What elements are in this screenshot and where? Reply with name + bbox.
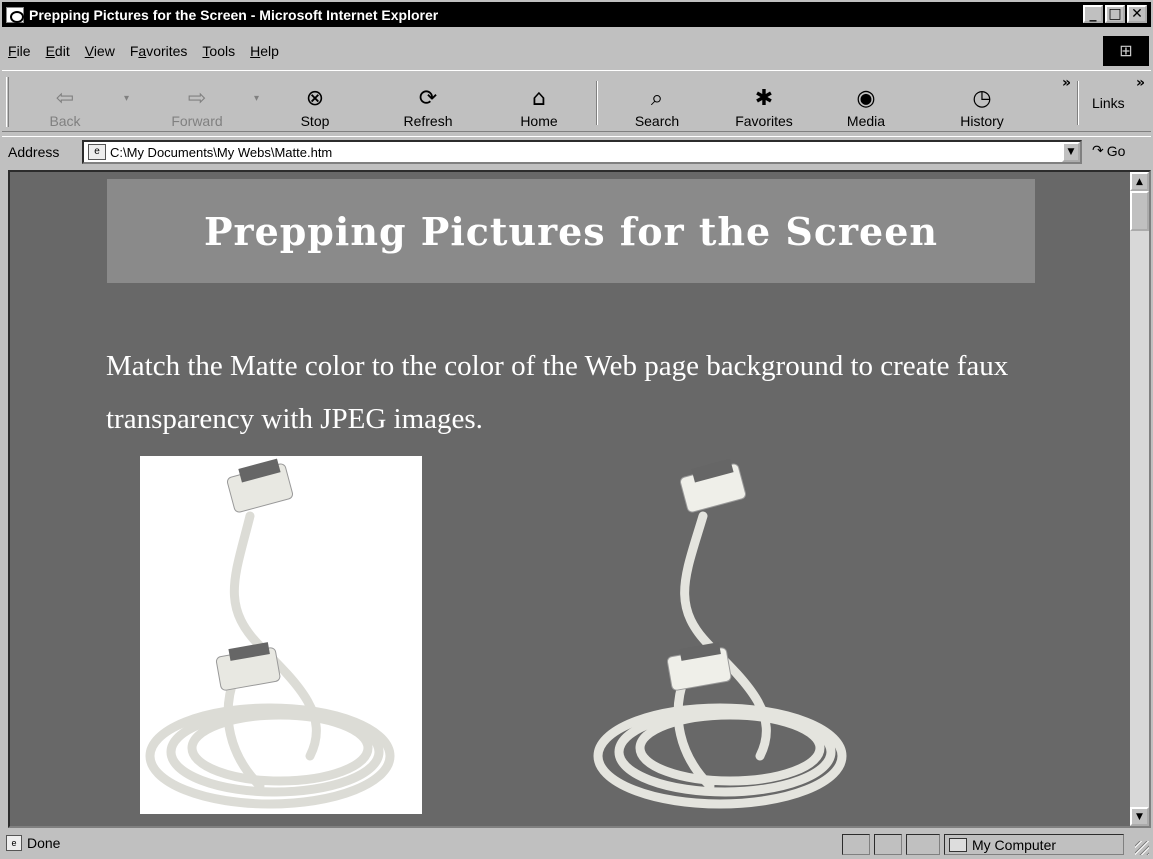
go-label: Go [1106,143,1126,159]
security-zone[interactable]: My Computer [944,834,1124,855]
scroll-down-icon[interactable]: ▼ [1130,807,1149,826]
menu-help[interactable]: Help [250,43,279,59]
address-url[interactable]: C:\My Documents\My Webs\Matte.htm [110,145,332,160]
search-icon: ⌕ [650,86,664,111]
stop-button[interactable]: ⊗ Stop [290,77,340,129]
zone-label: My Computer [972,836,1057,853]
back-dropdown-icon[interactable]: ▾ [124,93,129,104]
history-label: History [960,113,1004,129]
media-icon: ◉ [856,86,876,111]
forward-dropdown-icon[interactable]: ▾ [254,93,259,104]
favorites-folder-icon: ✱ [754,86,774,111]
toolbar-grip[interactable] [6,77,9,127]
menu-favorites[interactable]: Favorites [130,43,188,59]
toolbar-chevron-icon[interactable]: » [1062,75,1071,91]
address-label: Address [8,144,60,160]
page-body-text: Match the Matte color to the color of th… [106,350,1009,435]
close-button[interactable]: ✕ [1127,5,1147,23]
vertical-scrollbar[interactable]: ▲ ▼ [1130,172,1149,826]
stop-icon: ⊗ [305,86,325,111]
status-text: Done [27,835,61,851]
windows-logo-icon: ⊞ [1103,36,1149,66]
ie-icon[interactable] [6,6,24,23]
forward-label: Forward [171,113,223,129]
media-button[interactable]: ◉ Media [840,77,892,129]
scroll-thumb[interactable] [1130,191,1149,231]
cable-image-white-background [140,456,422,814]
page-heading: Prepping Pictures for the Screen [203,208,939,254]
home-button[interactable]: ⌂ Home [514,77,564,129]
menu-tools[interactable]: Tools [202,43,235,59]
back-arrow-icon: ⇦ [55,86,75,111]
scroll-up-icon[interactable]: ▲ [1130,172,1149,191]
back-label: Back [49,113,81,129]
minimize-button[interactable]: _ [1083,5,1103,23]
go-arrow-icon: ↷ [1092,143,1104,159]
refresh-button[interactable]: ⟳ Refresh [395,77,461,129]
media-label: Media [846,113,886,129]
status-pane [874,834,902,855]
forward-arrow-icon: ⇨ [187,86,207,111]
menu-file[interactable]: File [8,43,31,59]
history-button[interactable]: ◷ History [952,77,1012,129]
title-bar[interactable]: Prepping Pictures for the Screen - Micro… [2,2,1151,27]
status-pane [906,834,940,855]
refresh-label: Refresh [403,113,453,129]
links-button[interactable]: Links [1092,95,1125,111]
page-content: Prepping Pictures for the Screen Match t… [10,172,1130,826]
forward-button[interactable]: ⇨ Forward [162,77,232,129]
back-button[interactable]: ⇦ Back [40,77,90,129]
browser-window: Prepping Pictures for the Screen - Micro… [0,0,1153,859]
page-icon: e [88,144,106,160]
cable-image-matte-background [585,456,875,814]
status-bar: e Done My Computer [2,832,1151,857]
computer-icon [949,837,967,852]
links-separator [1077,81,1079,125]
stop-label: Stop [300,113,330,129]
address-input[interactable]: e C:\My Documents\My Webs\Matte.htm ▼ [82,140,1082,164]
home-icon: ⌂ [532,86,546,111]
menu-view[interactable]: View [85,43,115,59]
address-dropdown-icon[interactable]: ▼ [1062,142,1080,162]
page-viewport: Prepping Pictures for the Screen Match t… [8,170,1151,828]
page-banner: Prepping Pictures for the Screen [107,179,1035,283]
status-pane [842,834,870,855]
search-button[interactable]: ⌕ Search [626,77,688,129]
maximize-button[interactable]: □ [1105,5,1125,23]
menu-bar: File Edit View Favorites Tools Help [2,38,1102,64]
address-bar: Address e C:\My Documents\My Webs\Matte.… [2,136,1151,166]
cable-illustration [145,458,395,809]
resize-grip-icon[interactable] [1135,841,1149,855]
go-button[interactable]: ↷ Go [1092,143,1125,159]
history-icon: ◷ [972,86,992,111]
favorites-button[interactable]: ✱ Favorites [728,77,800,129]
links-chevron-icon[interactable]: » [1136,75,1145,91]
page-done-icon: e [6,835,22,851]
refresh-icon: ⟳ [418,86,438,111]
window-title: Prepping Pictures for the Screen - Micro… [29,6,439,23]
home-label: Home [520,113,558,129]
standard-toolbar: ⇦ Back ▾ ⇨ Forward ▾ ⊗ Stop ⟳ Refresh ⌂ … [2,70,1151,132]
favorites-label: Favorites [735,113,793,129]
toolbar-separator [596,81,598,125]
menu-edit[interactable]: Edit [46,43,70,59]
search-label: Search [634,113,680,129]
cable-illustration-matte [593,458,847,809]
